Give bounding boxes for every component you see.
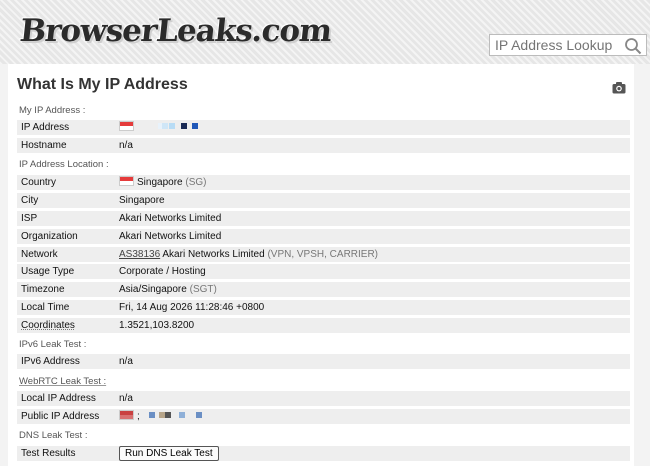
network-value: Akari Networks Limited: [162, 249, 265, 260]
ip-lookup-search[interactable]: [489, 34, 647, 56]
row-label: ISP: [21, 213, 38, 224]
coordinates-value: 1.3521,103.8200: [119, 320, 195, 331]
row-label: IPv6 Address: [21, 356, 80, 367]
ipv6-address-value: n/a: [119, 356, 133, 367]
row-coordinates: Coordinates 1.3521,103.8200: [17, 318, 630, 333]
row-label: Timezone: [21, 284, 65, 295]
row-label: City: [21, 195, 39, 206]
run-dns-leak-test-button[interactable]: Run DNS Leak Test: [119, 446, 219, 461]
section-location: IP Address Location :: [19, 159, 109, 170]
country-code: (SG): [185, 177, 207, 188]
local-ip-value: n/a: [119, 393, 133, 404]
public-ip-value: ;: [119, 409, 202, 424]
row-label: Test Results: [21, 448, 76, 459]
timezone-value: Asia/Singapore: [119, 284, 187, 295]
camera-icon[interactable]: [612, 81, 626, 94]
ip-address-value: [119, 120, 198, 135]
section-dns: DNS Leak Test :: [19, 430, 88, 441]
row-local-time: Local Time Fri, 14 Aug 2026 11:28:46 +08…: [17, 300, 630, 315]
row-test-results: Test Results Run DNS Leak Test: [17, 446, 630, 461]
flag-sg-icon: [119, 176, 134, 186]
row-ipv6-address: IPv6 Address n/a: [17, 354, 630, 369]
timezone-code: (SGT): [189, 284, 217, 295]
row-label: Hostname: [21, 140, 67, 151]
row-label: Public IP Address: [21, 411, 100, 422]
asn-link[interactable]: AS38136: [119, 249, 160, 260]
row-label: IP Address: [21, 122, 70, 133]
row-timezone: Timezone Asia/Singapore (SGT): [17, 282, 630, 297]
search-input[interactable]: [495, 36, 623, 54]
isp-value: Akari Networks Limited: [119, 213, 222, 224]
site-logo[interactable]: BrowserLeaks.com: [18, 8, 334, 54]
section-webrtc[interactable]: WebRTC Leak Test :: [19, 376, 106, 387]
row-organization: Organization Akari Networks Limited: [17, 229, 630, 244]
row-label: Network: [21, 249, 58, 260]
local-time-value: Fri, 14 Aug 2026 11:28:46 +0800: [119, 302, 265, 313]
row-label: Local Time: [21, 302, 70, 313]
row-city: City Singapore: [17, 193, 630, 208]
row-label: Usage Type: [21, 266, 75, 277]
search-icon[interactable]: [624, 37, 642, 55]
section-ipv6: IPv6 Leak Test :: [19, 339, 87, 350]
flag-sg-icon: [119, 121, 134, 131]
row-usage-type: Usage Type Corporate / Hosting: [17, 264, 630, 279]
hostname-value: n/a: [119, 140, 133, 151]
organization-value: Akari Networks Limited: [119, 231, 222, 242]
network-tags: (VPN, VPSH, CARRIER): [267, 249, 379, 260]
row-local-ip: Local IP Address n/a: [17, 391, 630, 406]
row-public-ip: Public IP Address ;: [17, 409, 630, 424]
row-hostname: Hostname n/a: [17, 138, 630, 153]
city-value: Singapore: [119, 195, 165, 206]
public-ip-separator: ;: [137, 411, 140, 422]
row-isp: ISP Akari Networks Limited: [17, 211, 630, 226]
country-value: Singapore: [137, 177, 183, 188]
row-label: Organization: [21, 231, 78, 242]
usage-type-value: Corporate / Hosting: [119, 266, 206, 277]
coordinates-label[interactable]: Coordinates: [21, 318, 75, 333]
row-label: Local IP Address: [21, 393, 96, 404]
section-my-ip: My IP Address :: [19, 105, 86, 116]
flag-sg-icon: [119, 410, 134, 420]
row-country: Country Singapore (SG): [17, 175, 630, 190]
row-ip-address: IP Address: [17, 120, 630, 135]
row-network: Network AS38136 Akari Networks Limited (…: [17, 247, 630, 262]
row-label: Country: [21, 177, 57, 188]
site-header: BrowserLeaks.com: [0, 0, 650, 64]
main-panel: What Is My IP Address My IP Address : IP…: [8, 64, 634, 466]
page-title: What Is My IP Address: [17, 76, 188, 93]
